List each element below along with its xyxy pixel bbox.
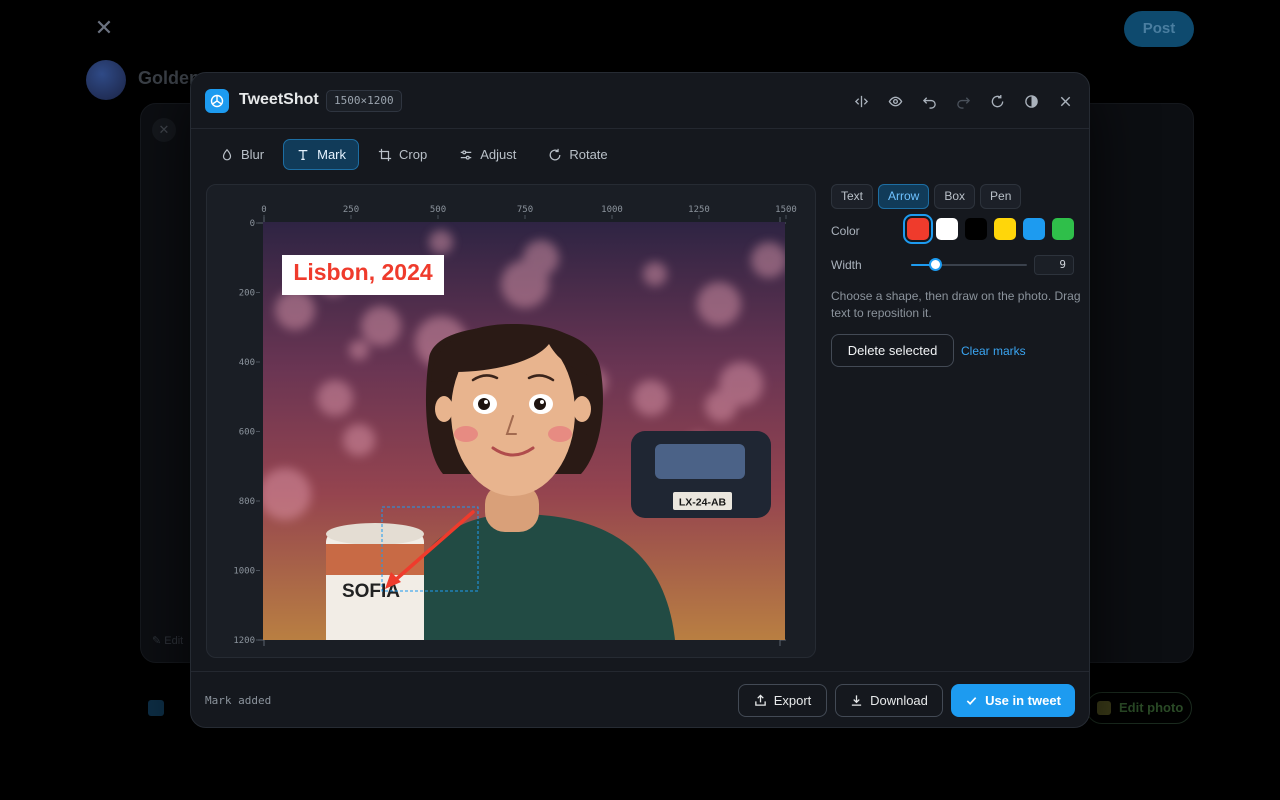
tab-blur-label: Blur bbox=[241, 147, 265, 162]
compare-icon[interactable] bbox=[849, 89, 873, 113]
photo-canvas[interactable]: LX-24-AB SOFIA Lisbon, 2024 bbox=[263, 222, 785, 640]
ruler-y-tick-label: 1200 bbox=[233, 636, 255, 646]
download-icon bbox=[851, 695, 862, 706]
ruler-x: 0 250 500 750 1000 1250 1500 bbox=[261, 205, 797, 219]
ruler-x-tick-label: 0 bbox=[261, 205, 266, 215]
canvas-panel: 0 250 500 750 1000 1250 1500 0 200 400 600 800 1000… bbox=[206, 184, 816, 658]
ruler-y-tick-label: 200 bbox=[239, 289, 255, 299]
tab-crop[interactable]: Crop bbox=[365, 139, 440, 170]
tab-rotate-label: Rotate bbox=[569, 147, 608, 162]
ruler-x-tick-label: 1000 bbox=[601, 205, 623, 215]
background-avatar bbox=[86, 60, 126, 100]
tab-crop-label: Crop bbox=[399, 147, 428, 162]
color-swatch-5[interactable] bbox=[1052, 218, 1074, 240]
ruler-x-tick-label: 1250 bbox=[688, 205, 710, 215]
color-swatch-0[interactable] bbox=[903, 214, 933, 244]
crop-icon bbox=[378, 148, 392, 161]
background-edit-label: ✎ Edit bbox=[152, 635, 184, 647]
contrast-icon[interactable] bbox=[1019, 89, 1043, 113]
tab-mark[interactable]: Mark bbox=[283, 139, 360, 170]
undo-icon[interactable] bbox=[917, 89, 941, 113]
color-swatch-1[interactable] bbox=[936, 218, 958, 240]
color-swatch-3[interactable] bbox=[994, 218, 1016, 240]
tab-blur[interactable]: Blur bbox=[207, 139, 277, 170]
ruler-y-tick-label: 1000 bbox=[233, 567, 255, 577]
preview-icon[interactable] bbox=[883, 89, 907, 113]
modal-footer: Mark added Export Download Use in tweet bbox=[191, 671, 1089, 727]
ruler-y-tick-label: 600 bbox=[239, 428, 255, 438]
tab-rotate[interactable]: Rotate bbox=[535, 139, 620, 170]
ruler-x-tick-label: 250 bbox=[343, 205, 359, 215]
shape-tab-arrow[interactable]: Arrow bbox=[878, 184, 930, 209]
text-tool-icon bbox=[298, 149, 308, 160]
background-close-icon: ✕ bbox=[94, 15, 114, 40]
use-in-tweet-label: Use in tweet bbox=[985, 693, 1061, 708]
status-text: Mark added bbox=[205, 694, 272, 707]
tab-adjust-label: Adjust bbox=[480, 147, 517, 162]
color-label: Color bbox=[831, 224, 860, 238]
share-icon bbox=[754, 694, 766, 706]
background-post-button: Post bbox=[1124, 11, 1194, 47]
sliders-icon bbox=[460, 149, 472, 160]
ruler-x-tick-label: 750 bbox=[517, 205, 533, 215]
tab-adjust[interactable]: Adjust bbox=[446, 139, 529, 170]
dimensions-badge: 1500×1200 bbox=[326, 90, 402, 112]
app-logo-icon bbox=[205, 89, 229, 113]
shape-tabs: Text Arrow Box Pen bbox=[831, 184, 1022, 209]
background-edit-photo-icon bbox=[1097, 701, 1111, 715]
shape-tab-text[interactable]: Text bbox=[831, 184, 874, 209]
export-label: Export bbox=[773, 693, 812, 708]
download-button[interactable]: Download bbox=[835, 684, 943, 717]
color-swatch-4[interactable] bbox=[1023, 218, 1045, 240]
ear-left bbox=[435, 396, 453, 422]
width-slider[interactable] bbox=[911, 258, 1027, 271]
use-in-tweet-button[interactable]: Use in tweet bbox=[951, 684, 1075, 717]
tool-tabs: Blur Mark Crop Adjust Rotate bbox=[207, 139, 621, 170]
ruler-x-tick-label: 1500 bbox=[775, 205, 797, 215]
droplet-icon bbox=[222, 148, 232, 160]
delete-selected-button[interactable]: Delete selected bbox=[831, 334, 954, 367]
check-icon bbox=[966, 697, 977, 705]
modal-header: TweetShot 1500×1200 bbox=[191, 73, 1089, 129]
background-edit-photo-button: Edit photo bbox=[1086, 692, 1192, 724]
header-actions bbox=[849, 89, 1077, 113]
ruler-y-tick-label: 800 bbox=[239, 497, 255, 507]
shape-tab-box[interactable]: Box bbox=[934, 184, 976, 209]
redo-icon[interactable] bbox=[951, 89, 975, 113]
clear-marks-link[interactable]: Clear marks bbox=[961, 344, 1026, 358]
mark-hint: Choose a shape, then draw on the photo. … bbox=[831, 289, 1081, 320]
close-icon[interactable] bbox=[1053, 89, 1077, 113]
rotate-icon bbox=[549, 148, 561, 160]
color-swatch-2[interactable] bbox=[965, 218, 987, 240]
ruler-y-tick-label: 0 bbox=[250, 219, 255, 229]
background-media-icon bbox=[148, 700, 164, 716]
ruler-y: 0 200 400 600 800 1000 1200 bbox=[233, 219, 260, 646]
width-value-input[interactable]: 9 bbox=[1034, 255, 1074, 275]
tab-mark-label: Mark bbox=[317, 147, 347, 162]
download-label: Download bbox=[870, 693, 928, 708]
reset-icon[interactable] bbox=[985, 89, 1009, 113]
color-swatches bbox=[903, 214, 1074, 244]
ruler-y-tick-label: 400 bbox=[239, 358, 255, 368]
plate-text: LX-24-AB bbox=[679, 497, 727, 509]
caption-mark-text: Lisbon, 2024 bbox=[293, 259, 433, 285]
ruler-x-tick-label: 500 bbox=[430, 205, 446, 215]
app-title: TweetShot bbox=[239, 91, 319, 108]
ear-right bbox=[573, 396, 591, 422]
width-slider-handle[interactable] bbox=[928, 258, 942, 271]
shape-tab-pen[interactable]: Pen bbox=[980, 184, 1022, 209]
photo-editor-modal: TweetShot 1500×1200 Blur Mark Crop Adjus… bbox=[190, 72, 1090, 728]
background-edit-photo-label: Edit photo bbox=[1119, 700, 1184, 715]
photo-illustration: LX-24-AB SOFIA Lisbon, 2024 bbox=[263, 222, 785, 640]
export-button[interactable]: Export bbox=[738, 684, 827, 717]
background-remove-media-icon: ✕ bbox=[152, 118, 176, 142]
width-label: Width bbox=[831, 258, 862, 272]
